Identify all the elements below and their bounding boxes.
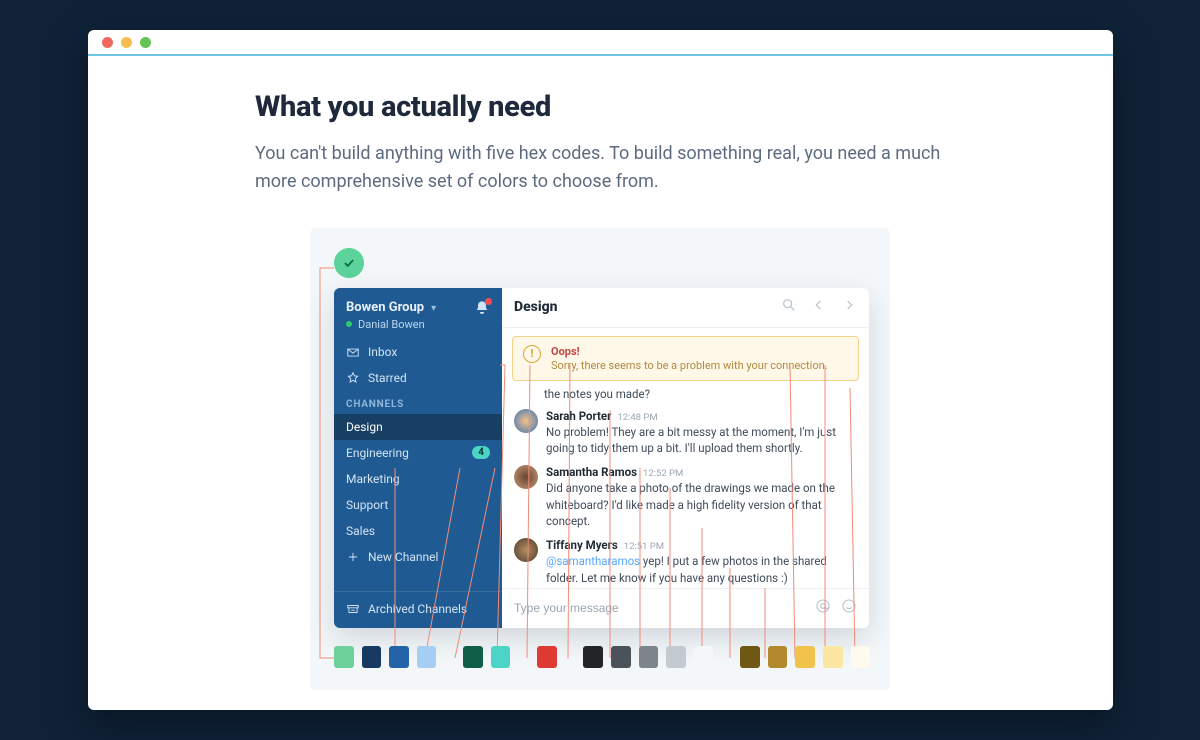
swatch-06 bbox=[491, 646, 511, 668]
browser-window: What you actually need You can't build a… bbox=[88, 30, 1113, 710]
check-badge bbox=[334, 248, 364, 278]
check-icon bbox=[342, 256, 356, 270]
swatch-14 bbox=[768, 646, 788, 668]
message-author: Samantha Ramos bbox=[546, 465, 637, 479]
message: Sarah Porter 12:48 PM No problem! They a… bbox=[514, 409, 857, 457]
illustration-stage: Bowen Group ▾ Danial Bowen bbox=[310, 228, 890, 690]
workspace-name: Bowen Group bbox=[346, 300, 424, 315]
bell-icon[interactable] bbox=[474, 300, 490, 316]
swatch-08 bbox=[583, 646, 603, 668]
swatch-11 bbox=[666, 646, 686, 668]
avatar bbox=[514, 465, 538, 489]
connection-alert: ! Oops! Sorry, there seems to be a probl… bbox=[512, 336, 859, 381]
swatch-05 bbox=[463, 646, 483, 668]
message-text: Did anyone take a photo of the drawings … bbox=[546, 480, 857, 530]
channel-label: Design bbox=[346, 420, 383, 434]
message: Samantha Ramos 12:52 PM Did anyone take … bbox=[514, 465, 857, 530]
message-time: 12:51 PM bbox=[624, 541, 664, 552]
channel-support[interactable]: Support bbox=[334, 492, 502, 518]
message-author: Sarah Porter bbox=[546, 409, 611, 423]
sidebar-item-inbox[interactable]: Inbox bbox=[334, 339, 502, 365]
channel-label: Marketing bbox=[346, 472, 400, 486]
mention[interactable]: @samantharamos bbox=[546, 554, 640, 568]
channel-marketing[interactable]: Marketing bbox=[334, 466, 502, 492]
archived-channels[interactable]: Archived Channels bbox=[334, 591, 502, 628]
minimize-dot[interactable] bbox=[121, 37, 132, 48]
sidebar-item-label: New Channel bbox=[368, 550, 438, 564]
message-input[interactable] bbox=[514, 601, 805, 615]
inbox-icon bbox=[346, 345, 360, 359]
zoom-dot[interactable] bbox=[140, 37, 151, 48]
close-dot[interactable] bbox=[102, 37, 113, 48]
plus-icon bbox=[346, 550, 360, 564]
message-author: Tiffany Myers bbox=[546, 538, 618, 552]
swatch-09 bbox=[611, 646, 631, 668]
sidebar-item-starred[interactable]: Starred bbox=[334, 365, 502, 391]
channel-engineering[interactable]: Engineering 4 bbox=[334, 440, 502, 466]
sidebar: Bowen Group ▾ Danial Bowen bbox=[334, 288, 502, 628]
sidebar-item-label: Archived Channels bbox=[368, 602, 467, 616]
swatch-17 bbox=[851, 646, 871, 668]
page-lead: You can't build anything with five hex c… bbox=[255, 140, 945, 196]
alert-title: Oops! bbox=[551, 345, 828, 358]
channel-label: Sales bbox=[346, 524, 375, 538]
message-time: 12:48 PM bbox=[617, 412, 657, 423]
swatch-07 bbox=[537, 646, 557, 668]
swatch-02 bbox=[362, 646, 382, 668]
swatch-16 bbox=[823, 646, 843, 668]
smile-icon[interactable] bbox=[841, 598, 857, 618]
swatch-12 bbox=[694, 646, 714, 668]
swatch-01 bbox=[334, 646, 354, 668]
swatch-03 bbox=[389, 646, 409, 668]
sidebar-item-label: Starred bbox=[368, 371, 407, 385]
at-icon[interactable] bbox=[815, 598, 831, 618]
channel-label: Engineering bbox=[346, 446, 409, 460]
archive-icon bbox=[346, 602, 360, 616]
page: What you actually need You can't build a… bbox=[88, 56, 1113, 710]
swatch-15 bbox=[795, 646, 815, 668]
notification-badge bbox=[485, 298, 492, 305]
message-text: @samantharamos yep! I put a few photos i… bbox=[546, 553, 857, 586]
channel-label: Support bbox=[346, 498, 388, 512]
page-heading: What you actually need bbox=[255, 90, 945, 124]
arrow-left-icon[interactable] bbox=[811, 297, 827, 317]
presence-dot bbox=[346, 321, 352, 327]
warning-icon: ! bbox=[523, 345, 541, 363]
search-icon[interactable] bbox=[781, 297, 797, 317]
channel-sales[interactable]: Sales bbox=[334, 518, 502, 544]
swatch-row bbox=[334, 646, 870, 668]
new-channel[interactable]: New Channel bbox=[334, 544, 502, 570]
arrow-right-icon[interactable] bbox=[841, 297, 857, 317]
star-icon bbox=[346, 371, 360, 385]
message-text: No problem! They are a bit messy at the … bbox=[546, 424, 857, 457]
main-panel: Design ! Oops! Sorry, there seems to be bbox=[502, 288, 869, 628]
channel-header: Design bbox=[502, 288, 869, 328]
avatar bbox=[514, 538, 538, 562]
message-fragment: the notes you made? bbox=[514, 387, 857, 401]
unread-badge: 4 bbox=[472, 446, 490, 459]
workspace-user: Danial Bowen bbox=[358, 318, 425, 331]
workspace-header[interactable]: Bowen Group ▾ Danial Bowen bbox=[334, 288, 502, 339]
message-thread: the notes you made? Sarah Porter 12:48 P… bbox=[502, 387, 869, 588]
sidebar-item-label: Inbox bbox=[368, 345, 397, 359]
alert-message: Sorry, there seems to be a problem with … bbox=[551, 359, 828, 372]
swatch-13 bbox=[740, 646, 760, 668]
composer bbox=[502, 588, 869, 628]
channel-title: Design bbox=[514, 299, 558, 315]
message: Tiffany Myers 12:51 PM @samantharamos ye… bbox=[514, 538, 857, 586]
swatch-04 bbox=[417, 646, 437, 668]
swatch-10 bbox=[639, 646, 659, 668]
window-titlebar bbox=[88, 30, 1113, 56]
avatar bbox=[514, 409, 538, 433]
message-time: 12:52 PM bbox=[643, 468, 683, 479]
chevron-down-icon: ▾ bbox=[431, 303, 436, 314]
channel-design[interactable]: Design bbox=[334, 414, 502, 440]
chat-app: Bowen Group ▾ Danial Bowen bbox=[334, 288, 869, 628]
channels-heading: CHANNELS bbox=[334, 391, 502, 414]
